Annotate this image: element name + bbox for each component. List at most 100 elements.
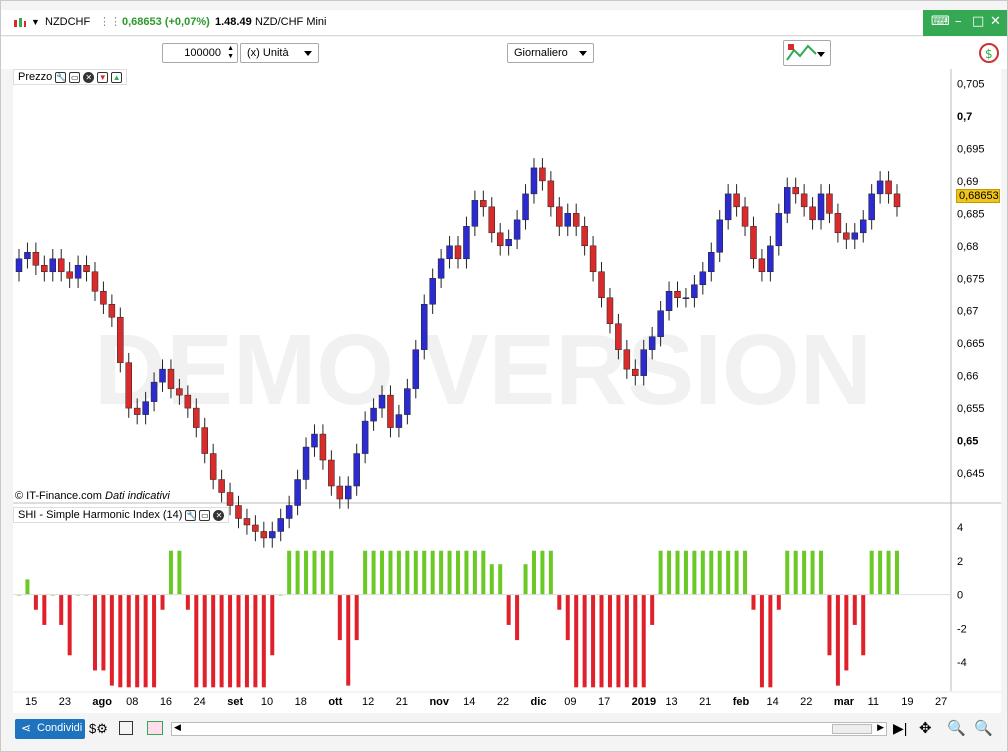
zoom-in-icon[interactable]: 🔍 bbox=[974, 719, 993, 737]
arrow-up-icon[interactable]: ▲ bbox=[111, 71, 123, 83]
close-icon[interactable]: ✕ bbox=[83, 71, 95, 83]
candle-body bbox=[260, 531, 268, 539]
price-tick-label: 0,68 bbox=[957, 241, 978, 253]
histogram-bar bbox=[515, 594, 520, 641]
window-icon[interactable]: ▭ bbox=[69, 71, 81, 83]
bottom-toolbar: ⋖ Condividi $⚙ ◀ ▶ ▶| ✥ 🔍 🔍 bbox=[1, 715, 1007, 743]
candle-body bbox=[218, 479, 225, 493]
histogram-bar bbox=[202, 594, 207, 688]
time-tick-label: 22 bbox=[800, 696, 813, 708]
candle-body bbox=[125, 362, 132, 409]
histogram-bar bbox=[599, 594, 604, 688]
histogram-bar bbox=[557, 594, 562, 610]
candle-body bbox=[868, 193, 875, 221]
histogram-bar bbox=[548, 550, 553, 595]
histogram-bar bbox=[25, 579, 30, 595]
candle-body bbox=[100, 290, 107, 305]
candle-body bbox=[885, 180, 892, 195]
close-icon[interactable]: ✕ bbox=[213, 509, 225, 521]
histogram-bar bbox=[396, 550, 401, 595]
end-icon[interactable]: ▶| bbox=[893, 720, 907, 737]
time-tick-label: dic bbox=[530, 696, 547, 708]
keyboard-icon[interactable]: ⌨ bbox=[931, 14, 950, 29]
close-icon[interactable]: ✕ bbox=[990, 14, 1001, 29]
histogram-bar bbox=[692, 550, 697, 595]
scroll-right-icon[interactable]: ▶ bbox=[877, 722, 884, 733]
histogram-bar bbox=[641, 594, 646, 688]
candle-body bbox=[784, 187, 791, 214]
table-icon[interactable] bbox=[119, 721, 133, 735]
indicators-button[interactable] bbox=[783, 40, 831, 66]
candle-body bbox=[471, 200, 479, 227]
indicator-tick-label: 0 bbox=[957, 590, 963, 602]
currency-settings-icon[interactable]: $⚙ bbox=[89, 721, 108, 737]
time-tick-label: 09 bbox=[564, 696, 577, 708]
candle-body bbox=[817, 193, 825, 221]
title-bar: ▼ NZDCHF ⋮⋮ 0,68653 (+0,07%) 1.48.49 NZD… bbox=[1, 10, 1007, 36]
maximize-icon[interactable]: □ bbox=[972, 14, 984, 29]
stepper-arrows-icon[interactable]: ▲ ▼ bbox=[227, 45, 234, 61]
time-axis: 15 23 ago 08 16 24 set 10 18 ott 12 21 nov 14 22 dic 09 1… bbox=[13, 693, 1001, 713]
candle-body bbox=[32, 252, 40, 266]
indicator-tick-label: 2 bbox=[957, 556, 963, 568]
period-select[interactable]: Giornaliero bbox=[507, 43, 594, 63]
histogram-bar bbox=[59, 594, 64, 625]
price-panel-header: Prezzo 🔧 ▭ ✕ ▼ ▲ bbox=[13, 69, 128, 85]
symbol-label[interactable]: NZDCHF bbox=[45, 15, 90, 29]
time-tick-label: 2019 bbox=[631, 696, 657, 708]
bar-chart-icon[interactable] bbox=[147, 721, 163, 735]
scroll-thumb[interactable] bbox=[832, 724, 872, 734]
chart-canvas[interactable]: DEMO VERSION 0,705 0,7 0,695 0,69 0,685 0,68 0… bbox=[13, 69, 1001, 691]
histogram-bar bbox=[405, 550, 410, 595]
fit-icon[interactable]: ✥ bbox=[919, 719, 932, 737]
chevron-down-icon bbox=[579, 51, 587, 56]
candle-body bbox=[176, 388, 183, 396]
candle-body bbox=[159, 368, 166, 383]
candle-body bbox=[767, 245, 774, 273]
candle-body bbox=[150, 381, 158, 402]
candle-body bbox=[488, 206, 496, 234]
histogram-bar bbox=[337, 594, 342, 641]
watermark: DEMO VERSION bbox=[94, 314, 872, 426]
wrench-icon[interactable]: 🔧 bbox=[185, 509, 197, 521]
window-icon[interactable]: ▭ bbox=[199, 509, 211, 521]
wrench-icon[interactable]: 🔧 bbox=[55, 71, 67, 83]
zoom-out-icon[interactable]: 🔍 bbox=[947, 719, 966, 737]
histogram-bar bbox=[531, 550, 536, 595]
candle-body bbox=[682, 297, 690, 299]
time-tick-label: 23 bbox=[58, 696, 71, 708]
chart-area[interactable]: DEMO VERSION 0,705 0,7 0,695 0,69 0,685 0,68 0… bbox=[13, 69, 1001, 691]
histogram-bar bbox=[565, 594, 570, 641]
share-button[interactable]: ⋖ Condividi bbox=[15, 719, 85, 739]
minimize-icon[interactable]: – bbox=[955, 14, 962, 29]
quantity-stepper[interactable]: 100000 ▲ ▼ bbox=[162, 43, 238, 63]
chart-scrollbar[interactable]: ◀ ▶ bbox=[171, 722, 887, 736]
arrow-down-icon[interactable]: ▼ bbox=[97, 71, 109, 83]
candle-body bbox=[437, 258, 445, 279]
app-window: ▼ NZDCHF ⋮⋮ 0,68653 (+0,07%) 1.48.49 NZD… bbox=[0, 0, 1008, 752]
time-tick-label: feb bbox=[732, 696, 750, 708]
histogram-bar bbox=[793, 550, 798, 595]
histogram-bar bbox=[67, 594, 72, 656]
histogram-bar bbox=[776, 594, 781, 610]
candlestick-icon[interactable] bbox=[13, 16, 27, 30]
histogram-bar bbox=[726, 550, 731, 595]
alert-icon[interactable]: $ bbox=[979, 42, 999, 64]
scroll-left-icon[interactable]: ◀ bbox=[174, 722, 181, 733]
chevron-down-icon[interactable]: ▼ bbox=[31, 15, 40, 29]
unit-select[interactable]: (x) Unità bbox=[240, 43, 319, 63]
candle-body bbox=[108, 303, 116, 318]
histogram-bar bbox=[802, 550, 807, 595]
candle-body bbox=[623, 349, 631, 370]
candle-body bbox=[328, 459, 335, 487]
histogram-bar bbox=[92, 594, 97, 671]
histogram-bar bbox=[658, 550, 663, 595]
candle-body bbox=[353, 453, 360, 487]
histogram-bar bbox=[413, 550, 418, 595]
price-change: 0,68653 (+0,07%) bbox=[122, 16, 210, 28]
price-tick-label: 0,67 bbox=[957, 306, 978, 318]
histogram-bar bbox=[177, 550, 182, 595]
time-tick-label: 13 bbox=[665, 696, 678, 708]
histogram-bar bbox=[667, 550, 672, 595]
candle-body bbox=[496, 232, 504, 247]
